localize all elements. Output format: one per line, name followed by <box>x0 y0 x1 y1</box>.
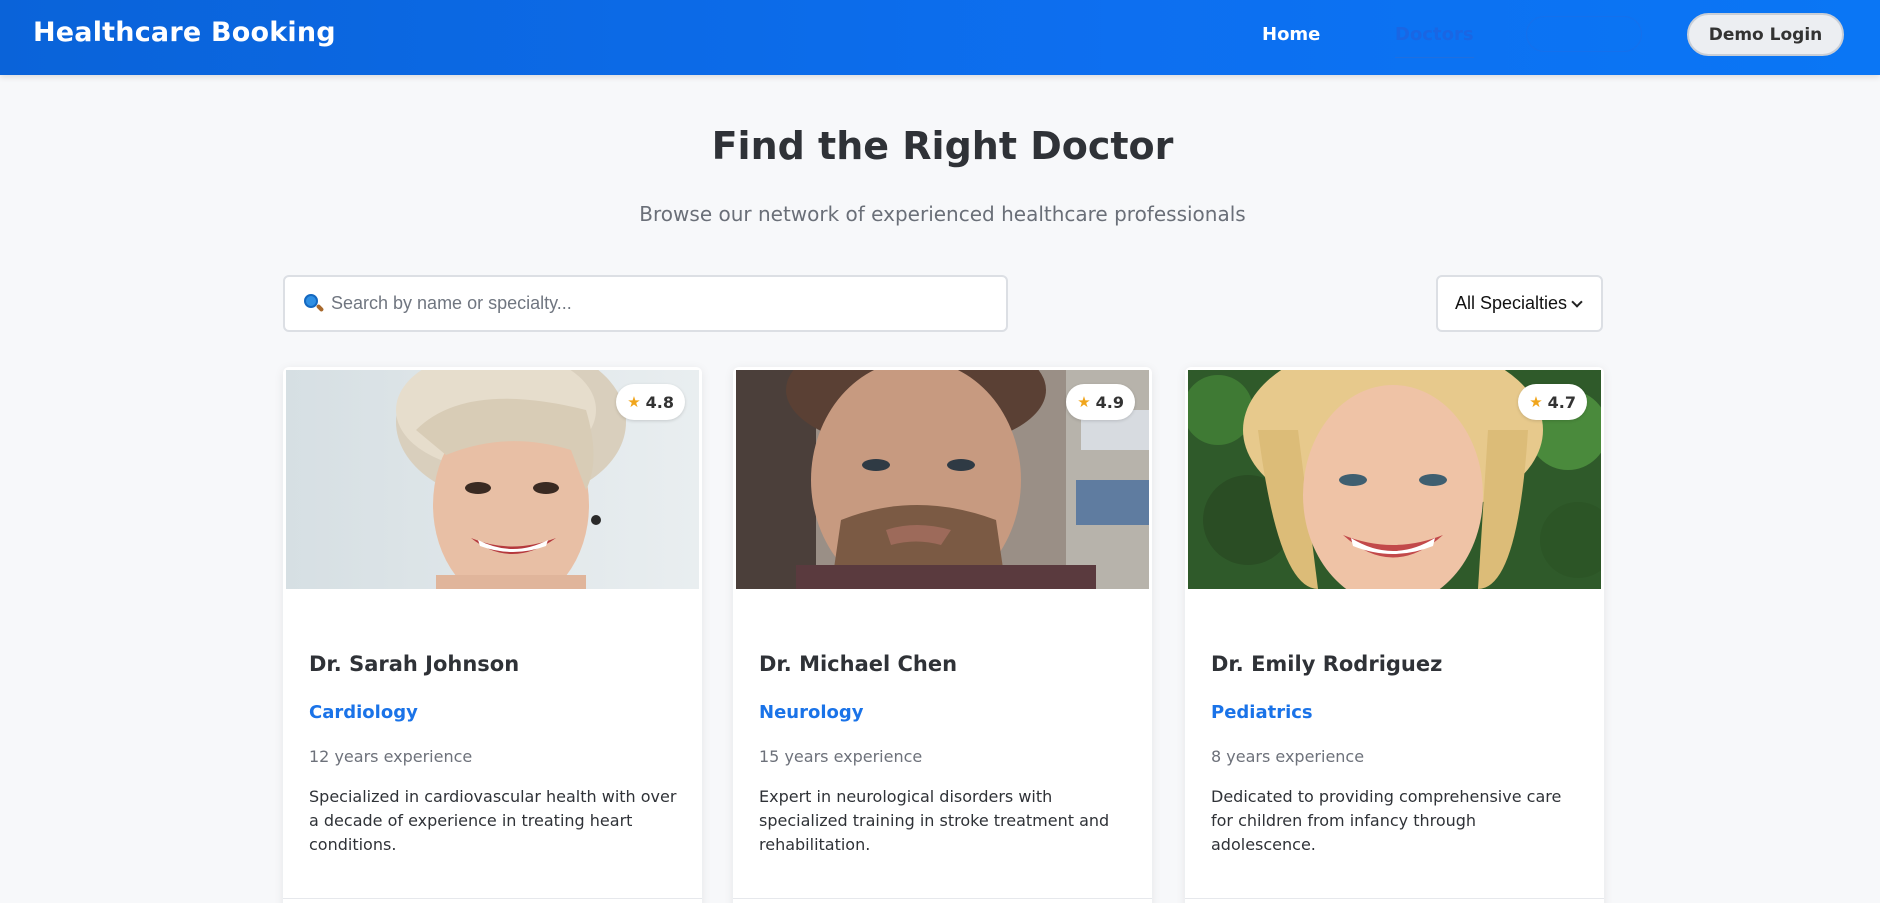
demo-login-button[interactable]: Demo Login <box>1687 13 1844 56</box>
page-title: Find the Right Doctor <box>711 124 1174 168</box>
rating-badge: ★ 4.9 <box>1066 384 1135 420</box>
doctor-specialty: Cardiology <box>309 702 418 723</box>
brand-logo-text[interactable]: Healthcare Booking <box>33 17 336 48</box>
doctor-card[interactable]: ★ 4.7 Dr. Emily Rodriguez Pediatrics 8 y… <box>1185 367 1604 903</box>
chevron-down-icon <box>1571 295 1583 308</box>
top-navbar: Healthcare Booking Home Doctors Demo Log… <box>0 0 1880 75</box>
doctor-card[interactable]: ★ 4.9 Dr. Michael Chen Neurology 15 year… <box>733 367 1152 903</box>
rating-value: 4.8 <box>645 392 674 412</box>
card-divider <box>733 898 1152 899</box>
star-icon: ★ <box>1077 393 1091 411</box>
rating-badge: ★ 4.8 <box>616 384 685 420</box>
search-bar[interactable] <box>283 275 1008 332</box>
nav-ghost-pill[interactable] <box>1526 16 1642 52</box>
star-icon: ★ <box>627 393 641 411</box>
doctor-card[interactable]: ★ 4.8 Dr. Sarah Johnson Cardiology 12 ye… <box>283 367 702 903</box>
rating-badge: ★ 4.7 <box>1518 384 1587 420</box>
specialty-filter-select[interactable]: All Specialties <box>1436 275 1603 332</box>
specialty-filter-value: All Specialties <box>1455 293 1568 313</box>
page-subtitle: Browse our network of experienced health… <box>639 202 1246 226</box>
doctor-experience: 8 years experience <box>1211 747 1365 766</box>
doctor-specialty: Neurology <box>759 702 864 723</box>
doctor-experience: 12 years experience <box>309 747 473 766</box>
search-input[interactable] <box>331 293 1006 314</box>
doctor-name[interactable]: Dr. Michael Chen <box>759 652 957 676</box>
card-divider <box>283 898 702 899</box>
card-divider <box>1185 898 1604 899</box>
nav-link-doctors[interactable]: Doctors <box>1395 24 1474 58</box>
doctor-name[interactable]: Dr. Emily Rodriguez <box>1211 652 1442 676</box>
doctor-experience: 15 years experience <box>759 747 923 766</box>
doctor-description: Expert in neurological disorders with sp… <box>759 787 1110 854</box>
nav-link-home[interactable]: Home <box>1262 24 1320 45</box>
rating-value: 4.9 <box>1095 392 1124 412</box>
rating-value: 4.7 <box>1547 392 1576 412</box>
doctor-description: Dedicated to providing comprehensive car… <box>1211 787 1562 854</box>
doctor-specialty: Pediatrics <box>1211 702 1313 723</box>
doctor-name[interactable]: Dr. Sarah Johnson <box>309 652 519 676</box>
magnifier-icon <box>303 293 325 315</box>
doctor-description: Specialized in cardiovascular health wit… <box>309 787 677 854</box>
star-icon: ★ <box>1529 393 1543 411</box>
